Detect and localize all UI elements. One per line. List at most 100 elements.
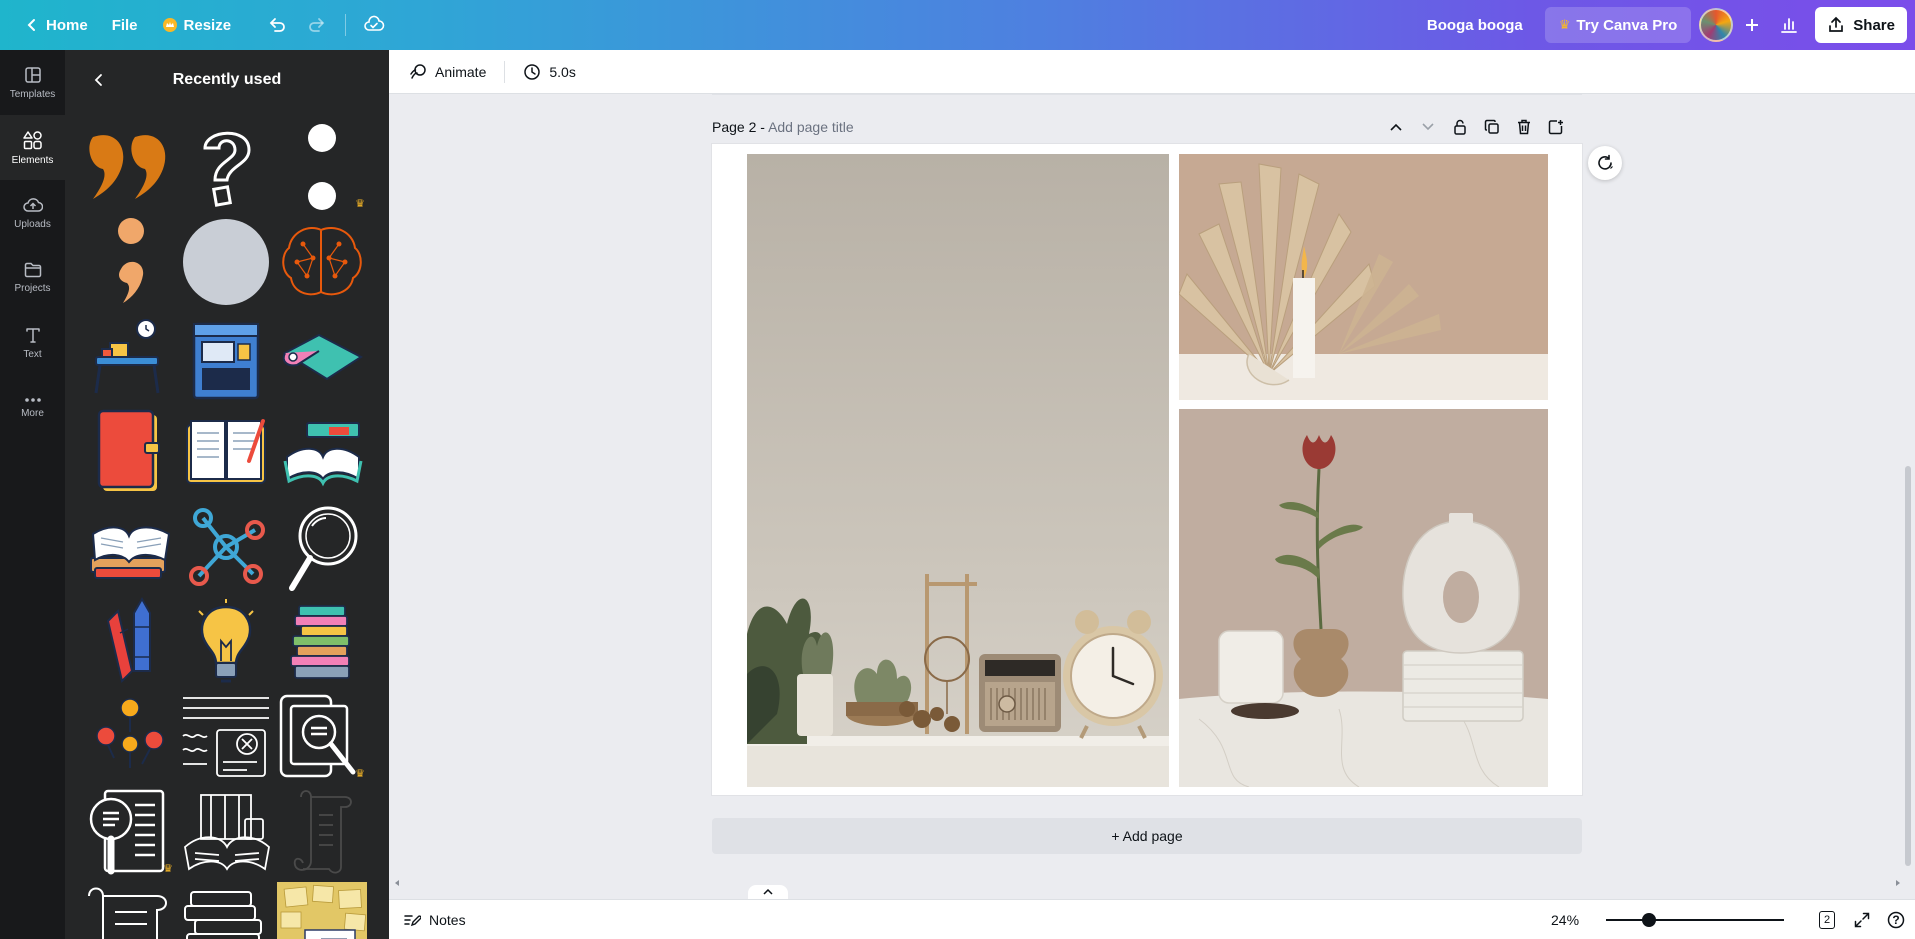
grid-element-scroll-outline[interactable] xyxy=(85,882,175,939)
zoom-slider-track[interactable] xyxy=(1606,919,1784,921)
duplicate-page-button[interactable] xyxy=(1481,116,1503,138)
add-page-icon-button[interactable] xyxy=(1545,116,1567,138)
cloud-save-button[interactable] xyxy=(356,7,392,43)
shelf-decor-image xyxy=(747,154,1169,787)
grid-element-yoga-mat[interactable] xyxy=(277,312,367,402)
rail-item-elements[interactable]: Elements xyxy=(0,115,65,180)
grid-element-brain-network[interactable] xyxy=(277,217,367,307)
grid-element-push-pins[interactable] xyxy=(85,692,175,782)
file-menu-button[interactable]: File xyxy=(102,7,148,43)
grid-element-white-dots[interactable]: ♛ xyxy=(277,122,367,212)
rail-label-more: More xyxy=(21,407,44,419)
move-page-down-button[interactable] xyxy=(1417,116,1439,138)
book-pile-sketch-icon xyxy=(184,891,262,939)
add-collaborator-button[interactable] xyxy=(1741,7,1763,43)
grid-element-document-reject[interactable] xyxy=(181,692,271,782)
show-pages-toggle[interactable] xyxy=(748,885,788,899)
vertical-scrollbar-thumb[interactable] xyxy=(1905,466,1911,866)
panel-back-button[interactable] xyxy=(87,68,111,92)
notes-icon xyxy=(404,915,421,927)
grid-element-scroll-sketch[interactable] xyxy=(277,787,367,877)
scroll-left-arrow-icon xyxy=(395,880,399,886)
molecule-icon xyxy=(189,508,265,586)
grid-element-open-planner[interactable] xyxy=(181,407,271,497)
chevron-down-icon xyxy=(1422,123,1434,131)
photo-shelf-radio-clock[interactable] xyxy=(747,154,1169,787)
regenerate-button[interactable] xyxy=(1588,146,1622,180)
open-planner-icon xyxy=(186,419,266,484)
grid-element-document-magnifier[interactable]: ♛ xyxy=(85,787,175,877)
photo-vases[interactable] xyxy=(1179,409,1548,787)
lock-page-button[interactable] xyxy=(1449,116,1471,138)
context-toolbar: Animate 5.0s xyxy=(389,50,1915,94)
expand-icon xyxy=(1854,912,1870,928)
horizontal-scrollbar[interactable] xyxy=(389,880,1904,889)
vases-image xyxy=(1179,409,1548,787)
help-button[interactable]: ? xyxy=(1885,909,1907,931)
grid-element-lightbulb[interactable] xyxy=(181,597,271,687)
grid-element-open-books[interactable] xyxy=(85,502,175,592)
photo-candle-palm[interactable] xyxy=(1179,154,1548,400)
animate-button[interactable]: Animate xyxy=(401,56,494,88)
move-page-up-button[interactable] xyxy=(1385,116,1407,138)
grid-element-magnifier[interactable] xyxy=(277,502,367,592)
home-button[interactable]: Home xyxy=(14,7,98,43)
header-divider xyxy=(345,14,347,36)
grid-element-desk-lamp[interactable] xyxy=(85,312,175,402)
grid-element-book-stack[interactable] xyxy=(277,407,367,497)
redo-button[interactable] xyxy=(299,7,335,43)
grid-element-seo-photo[interactable] xyxy=(277,882,367,939)
scroll-right-arrow-icon xyxy=(1896,880,1900,886)
rail-item-uploads[interactable]: Uploads xyxy=(0,180,65,245)
page-title-input[interactable]: Add page title xyxy=(768,119,854,135)
grid-element-quote-marks[interactable] xyxy=(85,122,175,212)
avatar[interactable] xyxy=(1699,8,1734,42)
grid-element-crayons[interactable] xyxy=(85,597,175,687)
fullscreen-button[interactable] xyxy=(1851,909,1873,931)
undo-button[interactable] xyxy=(259,7,295,43)
rail-item-projects[interactable]: Projects xyxy=(0,245,65,310)
crayons-icon xyxy=(106,597,151,683)
open-books-icon xyxy=(90,526,171,579)
document-name[interactable]: Booga booga xyxy=(1413,17,1537,34)
grid-element-peach-comma[interactable] xyxy=(85,217,175,307)
grid-element-stacked-books[interactable] xyxy=(277,597,367,687)
grid-element-open-book-sketch[interactable] xyxy=(181,787,271,877)
share-button[interactable]: Share xyxy=(1815,7,1907,43)
design-page[interactable] xyxy=(712,144,1582,795)
grid-element-book-pile-sketch[interactable] xyxy=(181,882,271,939)
grid-element-red-notebook[interactable] xyxy=(85,407,175,497)
desk-lamp-icon xyxy=(94,319,160,394)
page-grid-button[interactable]: 2 xyxy=(1816,909,1838,931)
zoom-slider-thumb[interactable] xyxy=(1642,913,1656,927)
insights-button[interactable] xyxy=(1771,7,1807,43)
crown-icon: ♛ xyxy=(1558,17,1571,32)
text-icon xyxy=(25,327,40,343)
try-canva-pro-button[interactable]: ♛ Try Canva Pro xyxy=(1544,7,1692,43)
grid-element-grey-circle[interactable] xyxy=(181,217,271,307)
grid-element-question-mark[interactable] xyxy=(181,122,271,212)
resize-button[interactable]: Resize xyxy=(152,7,242,43)
notes-button[interactable]: Notes xyxy=(403,907,466,933)
rail-item-more[interactable]: More xyxy=(0,375,65,440)
delete-page-button[interactable] xyxy=(1513,116,1535,138)
rail-item-templates[interactable]: Templates xyxy=(0,50,65,115)
elements-panel: Recently used ♛ ♛ ♛ xyxy=(65,50,389,939)
animate-icon xyxy=(410,63,426,79)
zoom-percentage[interactable]: 24% xyxy=(1551,912,1579,928)
home-label: Home xyxy=(46,16,88,34)
add-page-button[interactable]: + Add page xyxy=(712,818,1582,854)
document-magnifier-icon xyxy=(89,789,165,875)
grid-element-molecule[interactable] xyxy=(181,502,271,592)
open-book-sketch-icon xyxy=(184,794,270,871)
more-icon xyxy=(24,397,41,402)
header-left-group: Home File Resize xyxy=(14,7,392,43)
grid-element-mobile-search[interactable]: ♛ xyxy=(277,692,367,782)
grid-element-atm-machine[interactable] xyxy=(181,312,271,402)
page-count-badge: 2 xyxy=(1819,911,1835,929)
rail-item-text[interactable]: Text xyxy=(0,310,65,375)
header-right-group: Booga booga ♛ Try Canva Pro Share xyxy=(1413,7,1907,43)
duration-button[interactable]: 5.0s xyxy=(515,56,583,88)
mobile-search-icon xyxy=(279,694,356,778)
trash-icon xyxy=(1518,119,1530,135)
